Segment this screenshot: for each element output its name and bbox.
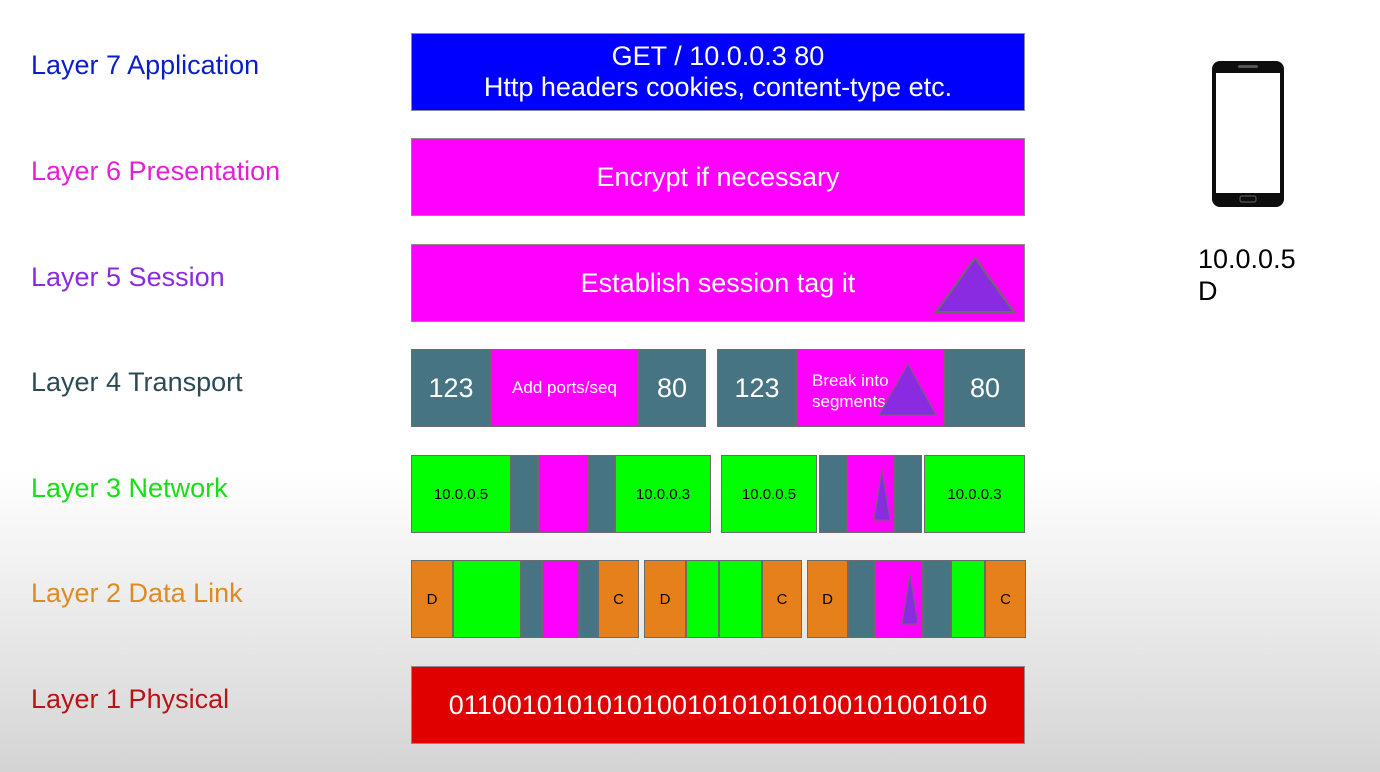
packet-1-source-ip: 10.0.0.5 bbox=[411, 455, 511, 533]
segment-1-source-port: 123 bbox=[411, 349, 491, 427]
presentation-box: Encrypt if necessary bbox=[411, 138, 1025, 216]
application-headers-line: Http headers cookies, content-type etc. bbox=[483, 72, 953, 102]
layer-1-label: Layer 1 Physical bbox=[31, 684, 230, 714]
frame-1-source-mac: C bbox=[598, 560, 639, 638]
packet-1-data-block bbox=[538, 455, 588, 533]
packet-1-port-block bbox=[511, 455, 538, 533]
segment-1-data: Add ports/seq bbox=[491, 349, 638, 427]
session-tag-icon bbox=[934, 256, 1016, 313]
frame-3-source-mac: C bbox=[985, 560, 1026, 638]
segment-1-destination-port: 80 bbox=[638, 349, 706, 427]
packet-1-destination-ip: 10.0.0.3 bbox=[615, 455, 711, 533]
smartphone-icon bbox=[1212, 61, 1284, 207]
layer-7-label: Layer 7 Application bbox=[31, 50, 260, 80]
segment-2-destination-port: 80 bbox=[945, 349, 1025, 427]
presentation-text: Encrypt if necessary bbox=[596, 161, 840, 192]
frame-1-port-block-2 bbox=[579, 560, 598, 638]
layer-3-label: Layer 3 Network bbox=[31, 473, 228, 503]
frame-2-ip-block-2 bbox=[719, 560, 762, 638]
segment-2-session-tag-icon bbox=[878, 362, 937, 416]
frame-2-ip-block bbox=[686, 560, 719, 638]
frame-1-ip-block bbox=[453, 560, 521, 638]
packet-2-destination-ip: 10.0.0.3 bbox=[924, 455, 1025, 533]
layer-6-label: Layer 6 Presentation bbox=[31, 156, 281, 186]
layer-2-label: Layer 2 Data Link bbox=[31, 578, 243, 608]
physical-box: 011001010101010010101010100101001010 bbox=[411, 666, 1025, 744]
packet-2-port-block bbox=[819, 455, 847, 533]
frame-1-port-block bbox=[521, 560, 542, 638]
frame-2-destination-mac: D bbox=[644, 560, 686, 638]
frame-3-port-block-2 bbox=[923, 560, 951, 638]
layer-5-label: Layer 5 Session bbox=[31, 262, 225, 292]
physical-bits: 011001010101010010101010100101001010 bbox=[448, 689, 988, 720]
frame-3-ip-block bbox=[951, 560, 985, 638]
segment-2-source-port: 123 bbox=[717, 349, 797, 427]
session-text: Establish session tag it bbox=[580, 267, 856, 298]
packet-2-session-tag-icon bbox=[873, 469, 891, 521]
layer-4-label: Layer 4 Transport bbox=[31, 367, 243, 397]
packet-1-port-block-2 bbox=[588, 455, 615, 533]
device-ip: 10.0.0.5 bbox=[1198, 244, 1296, 274]
frame-3-destination-mac: D bbox=[807, 560, 848, 638]
application-request-line: GET / 10.0.0.3 80 bbox=[611, 41, 825, 71]
frame-2-source-mac: C bbox=[762, 560, 802, 638]
application-box: GET / 10.0.0.3 80 Http headers cookies, … bbox=[411, 33, 1025, 111]
frame-3-session-tag-icon bbox=[901, 573, 919, 625]
frame-1-data-block bbox=[542, 560, 579, 638]
device-mac: D bbox=[1198, 276, 1218, 306]
packet-2-source-ip: 10.0.0.5 bbox=[721, 455, 817, 533]
packet-2-port-block-2 bbox=[895, 455, 922, 533]
session-box: Establish session tag it bbox=[411, 244, 1025, 322]
device-address: 10.0.0.5 D bbox=[1198, 243, 1296, 307]
frame-3-port-block bbox=[848, 560, 875, 638]
frame-1-destination-mac: D bbox=[411, 560, 453, 638]
